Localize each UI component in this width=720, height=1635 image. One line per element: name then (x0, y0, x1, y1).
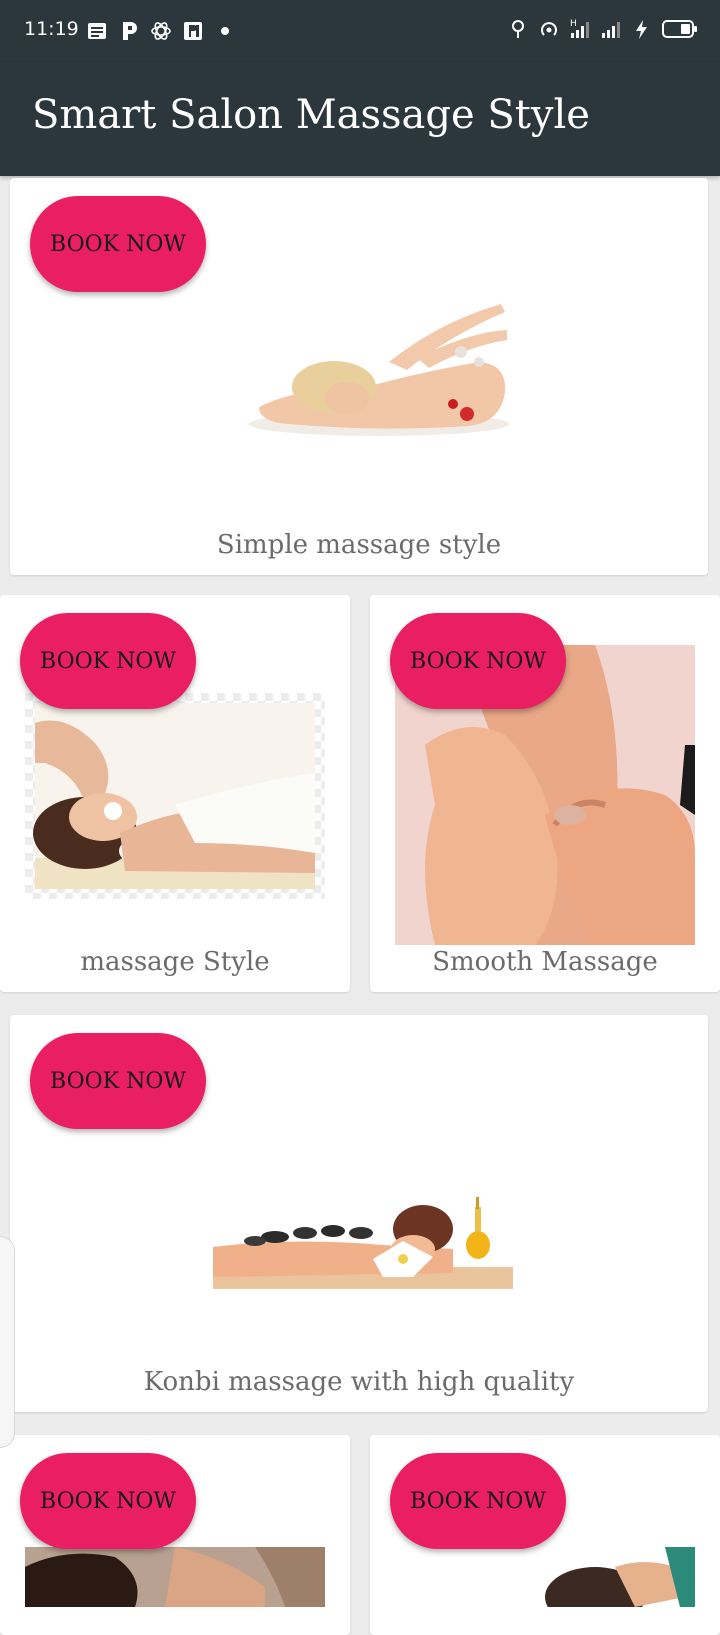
parking-icon (123, 22, 137, 40)
service-caption: Simple massage style (216, 530, 502, 560)
app-bar: Smart Salon Massage Style (0, 62, 720, 176)
service-image-simple (239, 292, 509, 442)
edge-drawer-handle[interactable] (0, 1236, 15, 1448)
book-now-button[interactable]: BOOK NOW (390, 613, 566, 709)
svg-text:H: H (570, 19, 577, 29)
book-now-button[interactable]: BOOK NOW (20, 1453, 196, 1549)
service-image-konbi (213, 1197, 513, 1317)
service-card-massage-style[interactable]: BOOK NOW massage Style (0, 595, 350, 992)
status-time: 11:19 (24, 18, 79, 40)
book-now-button[interactable]: BOOK NOW (30, 196, 206, 292)
service-card-5[interactable]: BOOK NOW (0, 1435, 350, 1635)
hotspot-icon (541, 22, 557, 36)
charging-icon (636, 20, 647, 39)
service-card-simple[interactable]: BOOK NOW Simple massage style (10, 178, 708, 575)
service-image-massage-style (25, 693, 325, 899)
atom-icon (151, 22, 171, 40)
service-card-konbi[interactable]: BOOK NOW Konbi massage with high quality (10, 1015, 708, 1412)
service-image-5 (25, 1547, 325, 1607)
service-card-smooth[interactable]: BOOK NOW Smooth Massage (370, 595, 720, 992)
service-caption: Smooth Massage (432, 947, 658, 977)
app-title: Smart Salon Massage Style (32, 92, 590, 138)
book-now-button[interactable]: BOOK NOW (390, 1453, 566, 1549)
notes-icon (88, 23, 106, 39)
status-bar: 11:19 H (0, 0, 720, 62)
battery-icon (662, 20, 697, 38)
signal-icon (602, 22, 620, 38)
location-pin-icon (512, 20, 524, 38)
dot-icon (221, 27, 229, 35)
service-image-6 (395, 1547, 695, 1607)
book-now-button[interactable]: BOOK NOW (20, 613, 196, 709)
service-caption: massage Style (80, 947, 270, 977)
paypal-icon (184, 22, 202, 40)
service-caption: Konbi massage with high quality (143, 1367, 575, 1397)
signal-h-icon: H (570, 19, 589, 38)
service-card-6[interactable]: BOOK NOW (370, 1435, 720, 1635)
book-now-button[interactable]: BOOK NOW (30, 1033, 206, 1129)
